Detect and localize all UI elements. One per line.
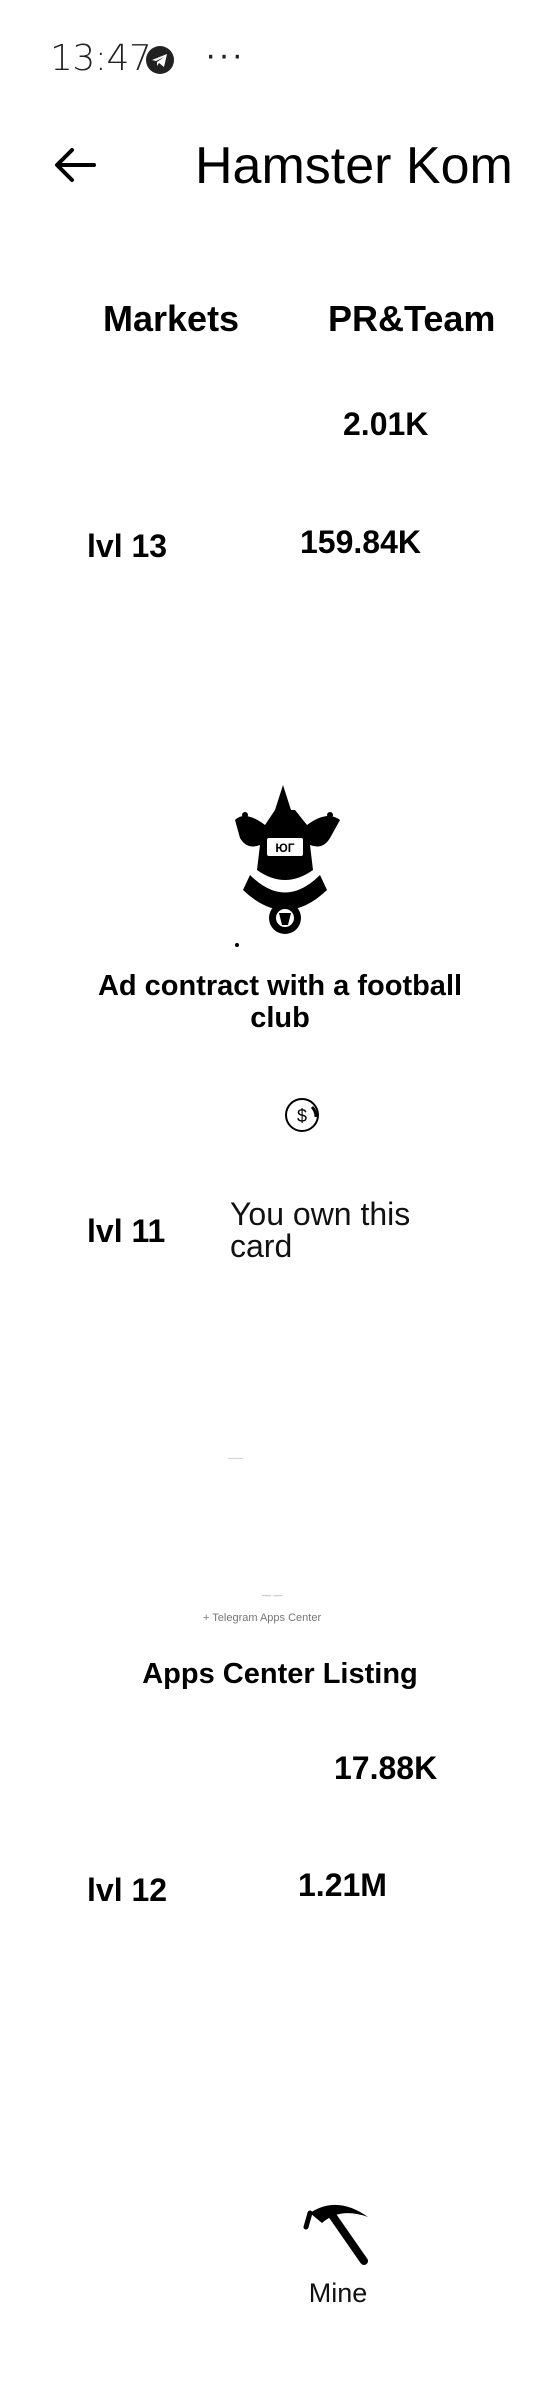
card-football-level: lvl 11 [87, 1213, 166, 1249]
card-title-football: Ad contract with a football club [97, 970, 463, 1034]
top-card-value: 2.01K [343, 406, 429, 442]
card-apps-center-level: lvl 12 [87, 1872, 168, 1908]
card-owned-status: You own this card [230, 1196, 411, 1264]
card-art-faint-mark: — — [262, 1590, 283, 1600]
card-apps-center-level-value: 1.21M [298, 1867, 387, 1903]
svg-text:$: $ [297, 1106, 307, 1126]
back-arrow-icon[interactable] [50, 140, 100, 190]
tab-pr-team[interactable]: PR&Team [328, 298, 495, 340]
status-time: 13:47 [50, 38, 152, 79]
card-art-caption: + Telegram Apps Center [203, 1612, 322, 1624]
card-title-apps-center: Apps Center Listing [142, 1658, 418, 1690]
card-apps-center-value: 17.88K [334, 1750, 438, 1786]
telegram-icon [146, 46, 174, 74]
tab-markets[interactable]: Markets [103, 298, 239, 340]
top-card-level: lvl 13 [87, 528, 168, 564]
svg-text:ЮГ: ЮГ [275, 841, 294, 855]
page-title: Hamster Kom [195, 137, 513, 195]
top-card-level-value: 159.84K [300, 524, 421, 560]
card-art-faint-text: ----- [228, 1453, 243, 1463]
football-club-crest-image[interactable]: ЮГ [215, 780, 355, 950]
more-dots-icon[interactable]: ··· [205, 36, 245, 75]
dollar-coin-icon: $ [285, 1098, 319, 1132]
pickaxe-icon[interactable] [302, 2195, 372, 2265]
nav-mine-label[interactable]: Mine [298, 2278, 378, 2309]
